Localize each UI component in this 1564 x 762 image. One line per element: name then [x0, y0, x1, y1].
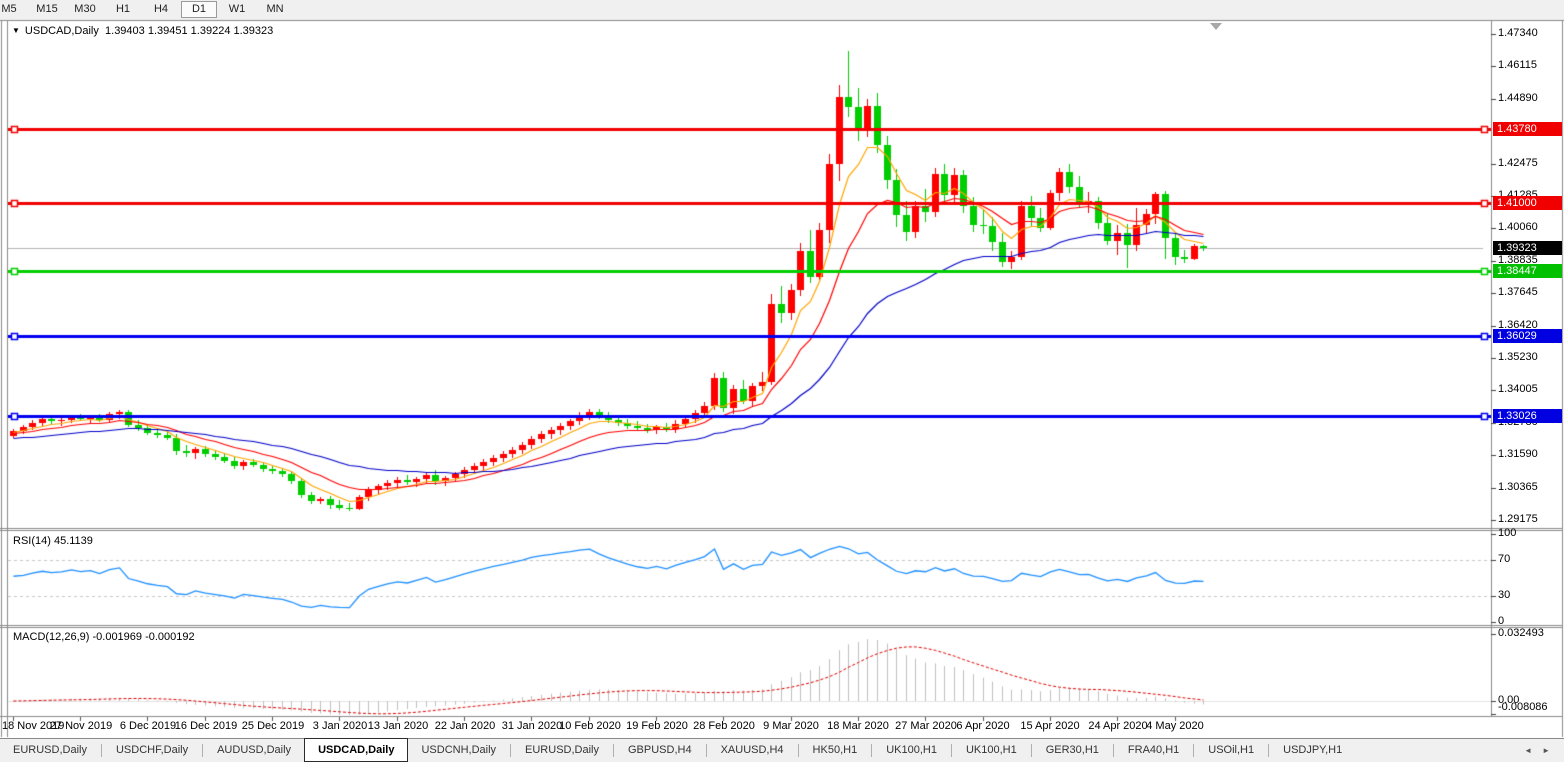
tab-audusd-daily[interactable]: AUDUSD,Daily — [204, 739, 304, 762]
tab-separator — [798, 744, 799, 757]
tab-separator — [613, 744, 614, 757]
tab-usdcnh-daily[interactable]: USDCNH,Daily — [408, 739, 509, 762]
chart-shift-marker-icon[interactable] — [1210, 23, 1222, 30]
mt4-terminal: M5M15M30H1H4D1W1MN ▼USDCAD,Daily 1.39403… — [0, 0, 1564, 762]
timeframe-button-H4[interactable]: H4 — [143, 1, 179, 18]
tab-scroll-left-icon[interactable]: ◄ — [1524, 746, 1532, 755]
tab-separator — [1268, 744, 1269, 757]
tab-scroll-right-icon[interactable]: ► — [1542, 746, 1550, 755]
timeframe-button-H1[interactable]: H1 — [105, 1, 141, 18]
tab-separator — [1113, 744, 1114, 757]
timeframe-button-M15[interactable]: M15 — [29, 1, 65, 18]
tab-fra40-h1[interactable]: FRA40,H1 — [1115, 739, 1192, 762]
tab-separator — [1193, 744, 1194, 757]
timeframe-button-MN[interactable]: MN — [257, 1, 293, 18]
timeframe-button-M30[interactable]: M30 — [67, 1, 103, 18]
tab-gbpusd-h4[interactable]: GBPUSD,H4 — [615, 739, 705, 762]
chart-canvas[interactable] — [0, 0, 1564, 762]
tab-hk50-h1[interactable]: HK50,H1 — [800, 739, 871, 762]
tab-eurusd-daily[interactable]: EURUSD,Daily — [512, 739, 612, 762]
timeframe-toolbar: M5M15M30H1H4D1W1MN — [0, 0, 1564, 19]
tab-separator — [510, 744, 511, 757]
tab-xauusd-h4[interactable]: XAUUSD,H4 — [708, 739, 797, 762]
timeframe-button-D1[interactable]: D1 — [181, 1, 217, 18]
tab-separator — [871, 744, 872, 757]
tab-usdchf-daily[interactable]: USDCHF,Daily — [103, 739, 201, 762]
tab-ger30-h1[interactable]: GER30,H1 — [1033, 739, 1112, 762]
timeframe-button-W1[interactable]: W1 — [219, 1, 255, 18]
tab-separator — [101, 744, 102, 757]
tab-usdjpy-h1[interactable]: USDJPY,H1 — [1270, 739, 1355, 762]
timeframe-button-M5[interactable]: M5 — [0, 1, 27, 18]
tab-usoil-h1[interactable]: USOil,H1 — [1195, 739, 1267, 762]
tab-separator — [706, 744, 707, 757]
tab-separator — [951, 744, 952, 757]
chart-tab-bar: EURUSD,DailyUSDCHF,DailyAUDUSD,DailyUSDC… — [0, 738, 1564, 762]
tab-uk100-h1[interactable]: UK100,H1 — [873, 739, 950, 762]
collapse-info-icon[interactable]: ▼ — [12, 26, 20, 35]
tab-uk100-h1[interactable]: UK100,H1 — [953, 739, 1030, 762]
tab-eurusd-daily[interactable]: EURUSD,Daily — [0, 739, 100, 762]
tab-separator — [1031, 744, 1032, 757]
tab-separator — [202, 744, 203, 757]
tab-usdcad-daily[interactable]: USDCAD,Daily — [304, 738, 408, 762]
